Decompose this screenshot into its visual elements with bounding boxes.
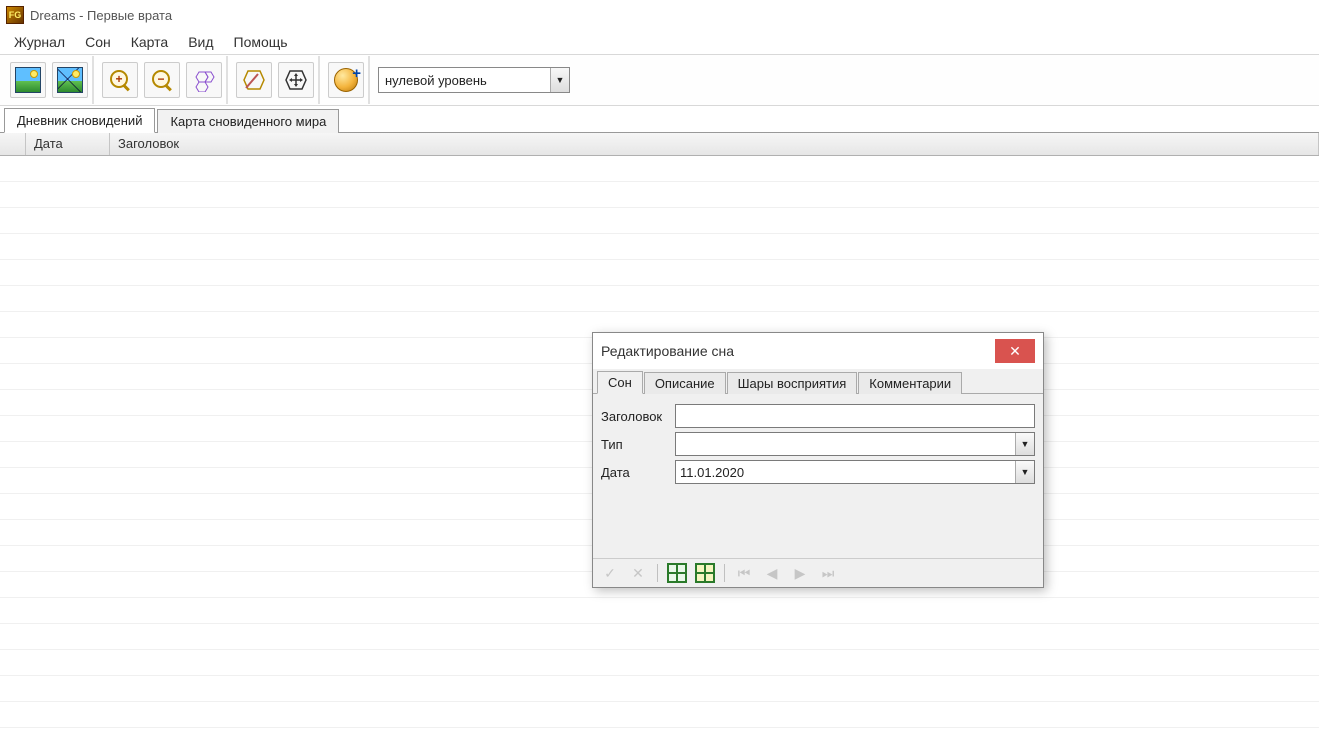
separator [724, 564, 725, 582]
tab-perception-spheres[interactable]: Шары восприятия [727, 372, 858, 394]
zoom-in-icon[interactable]: + [102, 62, 138, 98]
tab-dream-map[interactable]: Карта сновиденного мира [157, 109, 339, 133]
tab-comments[interactable]: Комментарии [858, 372, 962, 394]
type-select[interactable]: ▼ [675, 432, 1035, 456]
nav-prev-button: ◀ [761, 562, 783, 584]
landscape-broken-icon[interactable] [52, 62, 88, 98]
main-toolbar: + − + нулевой уровень ▼ [0, 54, 1319, 106]
journal-column-headers: Дата Заголовок [0, 133, 1319, 156]
table-row[interactable] [0, 286, 1319, 312]
dialog-body: Заголовок Тип ▼ Дата 11.01.2020 ▼ [593, 394, 1043, 558]
chevron-down-icon: ▼ [1015, 433, 1034, 455]
dialog-title: Редактирование сна [601, 343, 995, 359]
landscape-icon[interactable] [10, 62, 46, 98]
menubar: Журнал Сон Карта Вид Помощь [0, 30, 1319, 54]
last-icon: ⏭ [822, 565, 835, 582]
menu-map[interactable]: Карта [121, 31, 178, 53]
table-row[interactable] [0, 182, 1319, 208]
grid-tool-a[interactable] [666, 562, 688, 584]
table-row[interactable] [0, 234, 1319, 260]
table-row[interactable] [0, 624, 1319, 650]
date-value: 11.01.2020 [676, 465, 1015, 480]
window-titlebar: FG Dreams - Первые врата [0, 0, 1319, 30]
nav-next-button: ▶ [789, 562, 811, 584]
column-selector[interactable] [0, 133, 26, 155]
hex-move-icon[interactable] [278, 62, 314, 98]
menu-help[interactable]: Помощь [224, 31, 298, 53]
separator [657, 564, 658, 582]
title-input[interactable] [675, 404, 1035, 428]
chevron-down-icon: ▼ [1015, 461, 1034, 483]
table-row[interactable] [0, 260, 1319, 286]
type-label: Тип [601, 437, 675, 452]
edit-dream-dialog: Редактирование сна ✕ Сон Описание Шары в… [592, 332, 1044, 588]
confirm-button: ✓ [599, 562, 621, 584]
table-row[interactable] [0, 208, 1319, 234]
close-icon: ✕ [1009, 343, 1021, 360]
grid-icon [667, 563, 687, 583]
cancel-button: ✕ [627, 562, 649, 584]
zoom-out-icon[interactable]: − [144, 62, 180, 98]
grid-tool-b[interactable] [694, 562, 716, 584]
tab-description[interactable]: Описание [644, 372, 726, 394]
app-icon: FG [6, 6, 24, 24]
table-row[interactable] [0, 676, 1319, 702]
level-select[interactable]: нулевой уровень ▼ [378, 67, 570, 93]
dialog-titlebar[interactable]: Редактирование сна ✕ [593, 333, 1043, 369]
window-title: Dreams - Первые врата [30, 8, 172, 23]
nav-first-button: ⏮ [733, 562, 755, 584]
tab-journal[interactable]: Дневник сновидений [4, 108, 155, 133]
nav-last-button: ⏭ [817, 562, 839, 584]
check-icon: ✓ [604, 565, 616, 582]
tab-dream[interactable]: Сон [597, 371, 643, 394]
next-icon: ▶ [795, 565, 806, 582]
first-icon: ⏮ [738, 565, 751, 582]
date-picker[interactable]: 11.01.2020 ▼ [675, 460, 1035, 484]
add-sphere-icon[interactable]: + [328, 62, 364, 98]
grid-icon [695, 563, 715, 583]
menu-dream[interactable]: Сон [75, 31, 121, 53]
dialog-tabs: Сон Описание Шары восприятия Комментарии [593, 369, 1043, 394]
title-label: Заголовок [601, 409, 675, 424]
table-row[interactable] [0, 702, 1319, 728]
chevron-down-icon: ▼ [550, 68, 569, 92]
menu-view[interactable]: Вид [178, 31, 223, 53]
prev-icon: ◀ [767, 565, 778, 582]
column-date[interactable]: Дата [26, 133, 110, 155]
table-row[interactable] [0, 650, 1319, 676]
main-tabs: Дневник сновидений Карта сновиденного ми… [0, 106, 1319, 133]
menu-journal[interactable]: Журнал [4, 31, 75, 53]
cross-icon: ✕ [632, 565, 644, 582]
table-row[interactable] [0, 598, 1319, 624]
table-row[interactable] [0, 156, 1319, 182]
hex-edit-icon[interactable] [236, 62, 272, 98]
hex-grid-icon[interactable] [186, 62, 222, 98]
date-label: Дата [601, 465, 675, 480]
dialog-footer: ✓ ✕ ⏮ ◀ ▶ ⏭ [593, 558, 1043, 587]
level-select-value: нулевой уровень [379, 73, 550, 88]
column-title[interactable]: Заголовок [110, 133, 1319, 155]
close-button[interactable]: ✕ [995, 339, 1035, 363]
